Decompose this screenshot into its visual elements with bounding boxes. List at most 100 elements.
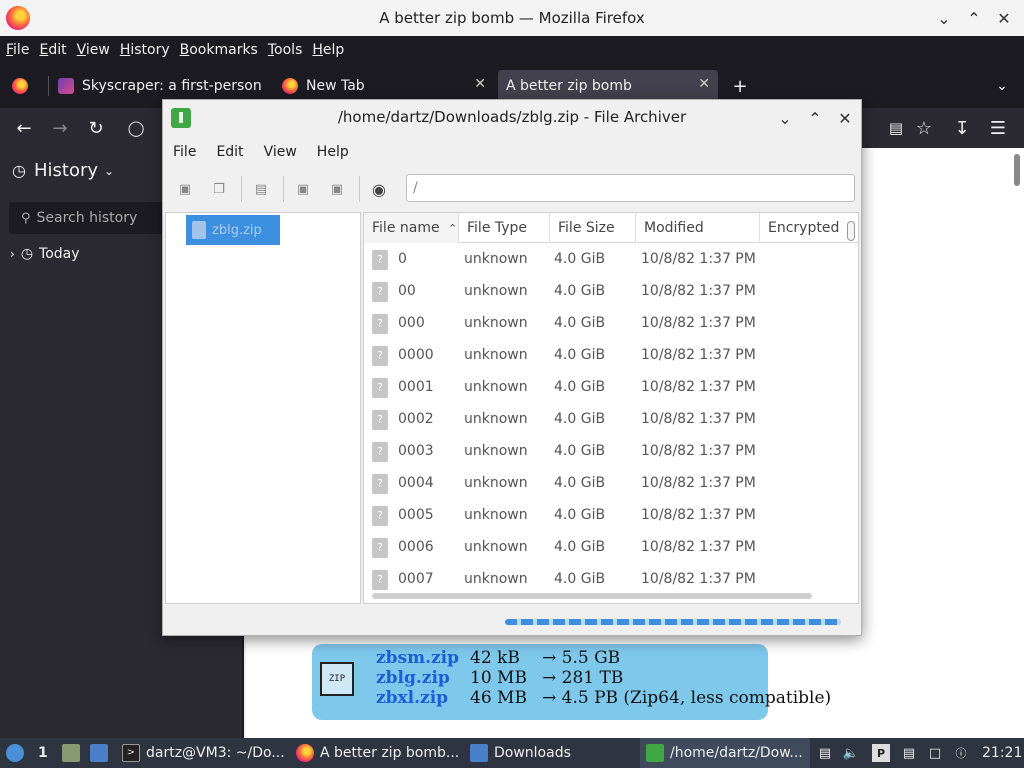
task-label: Downloads xyxy=(494,745,571,761)
page-scrollbar[interactable] xyxy=(1014,154,1020,186)
open-archive-icon[interactable]: ❐ xyxy=(208,178,230,200)
cell-file-size: 4.0 GiB xyxy=(554,475,606,491)
menu-help[interactable]: Help xyxy=(307,140,359,164)
download-link-zbsm[interactable]: zbsm.zip xyxy=(376,648,470,668)
table-row[interactable]: ? 0004 unknown 4.0 GiB 10/8/82 1:37 PM xyxy=(364,467,838,499)
task-downloads-folder[interactable]: Downloads xyxy=(470,738,571,768)
firefox-view-icon[interactable] xyxy=(8,74,32,98)
notification-icon[interactable]: ⓘ xyxy=(952,744,970,762)
tab-better-zip-bomb[interactable]: A better zip bomb ✕ xyxy=(498,70,718,102)
table-row[interactable]: ? 0007 unknown 4.0 GiB 10/8/82 1:37 PM xyxy=(364,563,838,595)
vertical-scrollbar[interactable] xyxy=(847,221,855,241)
location-input[interactable]: / xyxy=(406,174,855,202)
menu-file[interactable]: File xyxy=(163,140,206,164)
maximize-icon[interactable]: ⌃ xyxy=(803,106,827,130)
tab-close-icon[interactable]: ✕ xyxy=(474,76,486,92)
new-archive-icon[interactable]: ▣ xyxy=(174,178,196,200)
table-row[interactable]: ? 000 unknown 4.0 GiB 10/8/82 1:37 PM xyxy=(364,307,838,339)
sidebar-header[interactable]: ◷ History ⌄ xyxy=(12,160,114,181)
forward-arrow-icon[interactable]: → xyxy=(48,116,72,140)
table-row[interactable]: ? 0001 unknown 4.0 GiB 10/8/82 1:37 PM xyxy=(364,371,838,403)
back-arrow-icon[interactable]: ← xyxy=(12,116,36,140)
maximize-icon[interactable]: ⌃ xyxy=(962,6,986,30)
bookmark-star-icon[interactable]: ☆ xyxy=(912,116,936,140)
task-file-archiver[interactable]: /home/dartz/Dow... xyxy=(640,738,810,768)
task-firefox[interactable]: A better zip bomb... xyxy=(296,738,459,768)
table-row[interactable]: ? 0002 unknown 4.0 GiB 10/8/82 1:37 PM xyxy=(364,403,838,435)
minimize-icon[interactable]: ⌄ xyxy=(932,6,956,30)
menu-edit[interactable]: Edit xyxy=(206,140,253,164)
notes-icon[interactable]: □ xyxy=(926,744,944,762)
zip-file-icon: ZIP xyxy=(320,662,354,696)
tab-skyscraper[interactable]: Skyscraper: a first-person xyxy=(50,70,268,102)
extract-icon[interactable]: ▤ xyxy=(250,178,272,200)
tab-new-tab[interactable]: New Tab ✕ xyxy=(274,70,494,102)
start-menu-button[interactable] xyxy=(6,738,30,768)
menu-view[interactable]: View xyxy=(77,42,110,58)
show-desktop-button[interactable] xyxy=(90,738,114,768)
download-link-zblg[interactable]: zblg.zip xyxy=(376,668,470,688)
add-folder-icon[interactable]: ▣ xyxy=(326,178,348,200)
column-header-file-size[interactable]: File Size xyxy=(550,213,636,243)
unknown-file-icon: ? xyxy=(372,314,388,334)
task-terminal[interactable]: > dartz@VM3: ~/Do... xyxy=(122,738,285,768)
cell-file-size: 4.0 GiB xyxy=(554,539,606,555)
clock[interactable]: 21:21 xyxy=(982,738,1022,768)
downloads-icon[interactable]: ↧ xyxy=(950,116,974,140)
file-list-header: File name ⌃ File Type File Size Modified… xyxy=(364,213,858,243)
file-manager-launcher[interactable] xyxy=(62,738,86,768)
package-updater-icon[interactable]: P xyxy=(872,744,890,762)
history-group-today[interactable]: › ◷ Today xyxy=(10,246,80,262)
hamburger-menu-icon[interactable]: ☰ xyxy=(986,116,1010,140)
menu-file[interactable]: File xyxy=(6,42,29,58)
zip-bomb-downloads-box: ZIP zbsm.zip 42 kB → 5.5 GB zblg.zip 10 MB →… xyxy=(312,644,831,720)
menu-view[interactable]: View xyxy=(254,140,307,164)
shield-icon[interactable]: ◯ xyxy=(124,116,148,140)
workspace-switcher[interactable]: 1 xyxy=(38,738,48,768)
clipboard-tray-icon[interactable]: ▤ xyxy=(816,744,834,762)
volume-icon[interactable]: 🔈 xyxy=(842,744,860,762)
table-row[interactable]: ? 0003 unknown 4.0 GiB 10/8/82 1:37 PM xyxy=(364,435,838,467)
table-row[interactable]: ? 0000 unknown 4.0 GiB 10/8/82 1:37 PM xyxy=(364,339,838,371)
task-label: dartz@VM3: ~/Do... xyxy=(146,745,285,761)
cell-file-name: 0002 xyxy=(398,411,434,427)
cell-file-type: unknown xyxy=(464,571,528,587)
reader-view-icon[interactable]: ▤ xyxy=(884,116,908,140)
zip-file-icon xyxy=(192,221,206,239)
add-files-icon[interactable]: ▣ xyxy=(292,178,314,200)
menu-tools[interactable]: Tools xyxy=(268,42,303,58)
column-header-modified[interactable]: Modified xyxy=(636,213,760,243)
cell-modified: 10/8/82 1:37 PM xyxy=(641,475,756,491)
table-row[interactable]: ? 0 unknown 4.0 GiB 10/8/82 1:37 PM xyxy=(364,243,838,275)
download-row: zbsm.zip 42 kB → 5.5 GB xyxy=(376,648,620,668)
archiver-titlebar: /home/dartz/Downloads/zblg.zip - File Ar… xyxy=(163,100,861,136)
column-header-encrypted[interactable]: Encrypted xyxy=(760,213,858,243)
tree-item-archive[interactable]: zblg.zip xyxy=(186,215,280,245)
tab-list-chevron-icon[interactable]: ⌄ xyxy=(990,74,1014,98)
tab-close-icon[interactable]: ✕ xyxy=(698,76,710,92)
menu-help[interactable]: Help xyxy=(312,42,344,58)
column-header-file-name[interactable]: File name ⌃ xyxy=(364,213,459,243)
network-icon[interactable]: ▤ xyxy=(900,744,918,762)
new-tab-plus-icon[interactable]: + xyxy=(728,74,752,98)
menu-history[interactable]: History xyxy=(120,42,170,58)
horizontal-scrollbar[interactable] xyxy=(372,593,812,599)
menu-edit[interactable]: Edit xyxy=(39,42,66,58)
minimize-icon[interactable]: ⌄ xyxy=(773,106,797,130)
download-expanded-size: → 4.5 PB (Zip64, less compatible) xyxy=(542,688,832,708)
tree-item-label: zblg.zip xyxy=(212,222,262,238)
table-row[interactable]: ? 0005 unknown 4.0 GiB 10/8/82 1:37 PM xyxy=(364,499,838,531)
cell-modified: 10/8/82 1:37 PM xyxy=(641,283,756,299)
close-icon[interactable]: ✕ xyxy=(833,106,857,130)
reload-icon[interactable]: ↻ xyxy=(84,116,108,140)
menu-bookmarks[interactable]: Bookmarks xyxy=(180,42,258,58)
table-row[interactable]: ? 00 unknown 4.0 GiB 10/8/82 1:37 PM xyxy=(364,275,838,307)
close-icon[interactable]: ✕ xyxy=(992,6,1016,30)
download-link-zbxl[interactable]: zbxl.zip xyxy=(376,688,470,708)
stop-icon[interactable]: ◉ xyxy=(368,178,390,200)
task-label: A better zip bomb... xyxy=(320,745,460,761)
column-header-file-type[interactable]: File Type xyxy=(459,213,550,243)
cell-file-type: unknown xyxy=(464,411,528,427)
table-row[interactable]: ? 0006 unknown 4.0 GiB 10/8/82 1:37 PM xyxy=(364,531,838,563)
cell-file-type: unknown xyxy=(464,475,528,491)
